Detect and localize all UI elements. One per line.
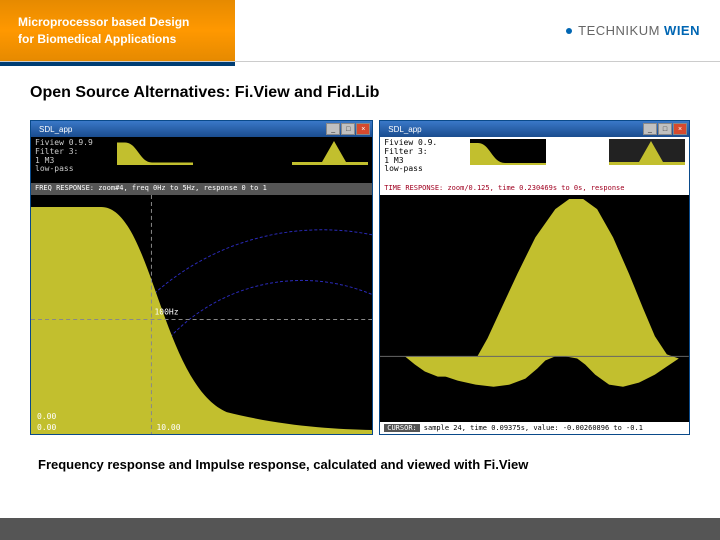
svg-text:100Hz: 100Hz <box>154 308 178 317</box>
course-title-line2: for Biomedical Applications <box>18 32 176 46</box>
window-controls: _ □ × <box>643 123 687 135</box>
titlebar[interactable]: SDL_app _ □ × <box>380 121 689 137</box>
cursor-label: CURSOR: <box>384 424 420 432</box>
logo-dot-icon <box>566 28 572 34</box>
impulse-window: SDL_app _ □ × Fiview 0.9. Filter 3: 1 M3… <box>379 120 690 435</box>
header-bar: Microprocessor based Design for Biomedic… <box>0 0 720 62</box>
university-logo: TECHNIKUM WIEN <box>566 23 700 38</box>
titlebar[interactable]: SDL_app _ □ × <box>31 121 372 137</box>
window-controls: _ □ × <box>326 123 370 135</box>
logo-text: TECHNIKUM WIEN <box>578 23 700 38</box>
mini-impulse-thumb <box>609 139 685 165</box>
filter-info-panel: Fiview 0.9.9 Filter 3: 1 M3 low-pass <box>31 137 372 183</box>
slide-content: Open Source Alternatives: Fi.View and Fi… <box>0 66 720 482</box>
svg-text:0.00: 0.00 <box>37 423 56 432</box>
mini-freq-thumb <box>117 139 193 165</box>
info-filter-type: low-pass <box>35 165 368 174</box>
minimize-icon[interactable]: _ <box>643 123 657 135</box>
maximize-icon[interactable]: □ <box>658 123 672 135</box>
slide-title: Open Source Alternatives: Fi.View and Fi… <box>30 84 690 102</box>
course-title-line1: Microprocessor based Design <box>18 15 189 29</box>
window-title: SDL_app <box>382 125 421 134</box>
footer-bar <box>0 518 720 540</box>
cursor-bar: CURSOR: sample 24, time 0.09375s, value:… <box>380 422 689 434</box>
status-bar: FREQ RESPONSE: zoom#4, freq 0Hz to 5Hz, … <box>31 183 372 195</box>
status-bar: TIME RESPONSE: zoom/0.125, time 0.230469… <box>380 183 689 195</box>
header-underline <box>0 62 720 66</box>
slide-caption: Frequency response and Impulse response,… <box>30 457 690 472</box>
filter-info-panel: Fiview 0.9. Filter 3: 1 M3 low-pass <box>380 137 689 183</box>
close-icon[interactable]: × <box>356 123 370 135</box>
info-filter-type: low-pass <box>384 165 685 174</box>
freq-plot[interactable]: 100Hz 0.00 0.00 10.00 <box>31 195 372 434</box>
mini-freq-thumb <box>470 139 546 165</box>
freq-window: SDL_app _ □ × Fiview 0.9.9 Filter 3: 1 M… <box>30 120 373 435</box>
header-right-panel: TECHNIKUM WIEN <box>235 0 720 61</box>
svg-text:10.00: 10.00 <box>156 423 180 432</box>
close-icon[interactable]: × <box>673 123 687 135</box>
cursor-values: sample 24, time 0.09375s, value: -0.0026… <box>424 424 643 432</box>
header-left-panel: Microprocessor based Design for Biomedic… <box>0 0 235 61</box>
minimize-icon[interactable]: _ <box>326 123 340 135</box>
svg-text:0.00: 0.00 <box>37 412 56 421</box>
impulse-plot-svg <box>380 195 689 422</box>
impulse-plot[interactable] <box>380 195 689 422</box>
maximize-icon[interactable]: □ <box>341 123 355 135</box>
freq-plot-svg: 100Hz 0.00 0.00 10.00 <box>31 195 372 434</box>
mini-impulse-thumb <box>292 139 368 165</box>
course-title: Microprocessor based Design for Biomedic… <box>18 14 189 48</box>
window-title: SDL_app <box>33 125 72 134</box>
screenshot-row: SDL_app _ □ × Fiview 0.9.9 Filter 3: 1 M… <box>30 120 690 435</box>
